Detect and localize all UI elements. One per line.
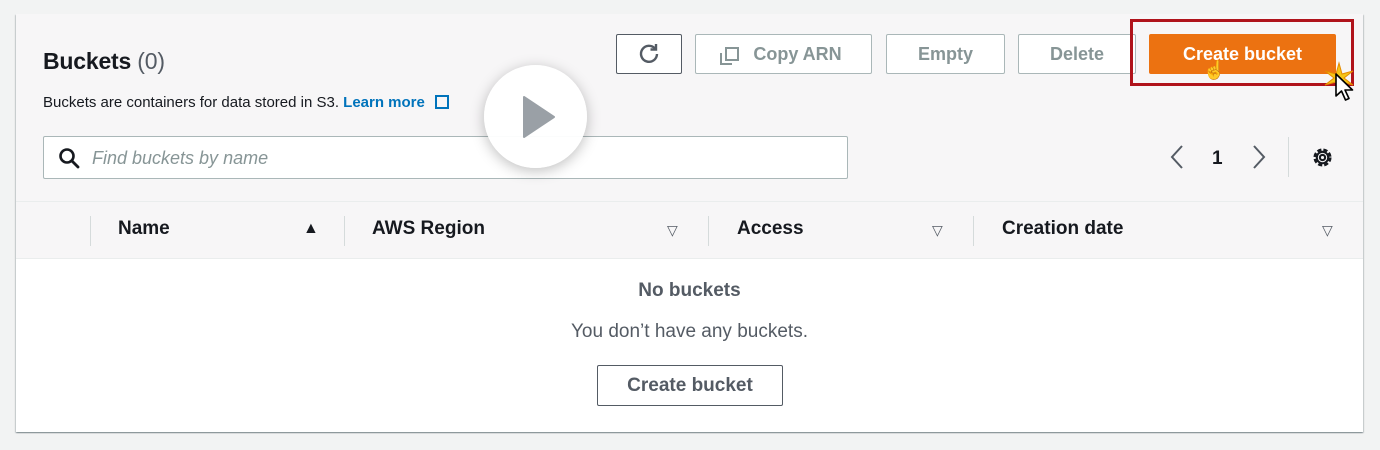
buckets-panel: Buckets (0) Buckets are containers for d… — [16, 14, 1363, 432]
hand-pointer-icon: ☝ — [1203, 60, 1226, 80]
empty-state-description: You don’t have any buckets. — [571, 321, 808, 342]
video-play-button[interactable] — [484, 65, 587, 168]
column-divider — [708, 216, 709, 246]
copy-arn-button[interactable]: Copy ARN — [695, 34, 872, 74]
previous-page-button[interactable] — [1170, 144, 1184, 176]
empty-button[interactable]: Empty — [886, 34, 1005, 74]
column-header-name[interactable]: Name — [118, 218, 170, 240]
divider — [1288, 137, 1289, 177]
column-header-creation-date[interactable]: Creation date — [1002, 218, 1123, 240]
sort-icon[interactable]: ▽ — [667, 222, 678, 239]
delete-button[interactable]: Delete — [1018, 34, 1136, 74]
table-header: Name ▲ AWS Region ▽ Access ▽ Creation da… — [16, 201, 1363, 259]
column-divider — [90, 216, 91, 246]
chevron-left-icon — [1170, 145, 1183, 169]
empty-state-title: No buckets — [638, 280, 741, 301]
cursor-arrow-icon — [1335, 73, 1354, 101]
learn-more-link[interactable]: Learn more — [343, 94, 425, 111]
sort-icon[interactable]: ▽ — [932, 222, 943, 239]
page-title: Buckets (0) — [43, 48, 165, 75]
column-header-access[interactable]: Access — [737, 218, 804, 240]
description-text: Buckets are containers for data stored i… — [43, 94, 339, 111]
sort-icon[interactable]: ▽ — [1322, 222, 1333, 239]
gear-icon[interactable] — [1310, 145, 1335, 170]
copy-arn-label: Copy ARN — [753, 43, 842, 64]
external-link-icon[interactable] — [435, 95, 450, 109]
copy-icon — [720, 47, 740, 65]
search-icon — [59, 148, 80, 169]
play-icon — [523, 96, 555, 138]
title-text: Buckets — [43, 48, 132, 74]
highlight-box — [1130, 19, 1354, 86]
refresh-icon — [639, 44, 659, 63]
search-field[interactable] — [43, 136, 848, 180]
refresh-button[interactable] — [616, 34, 682, 74]
column-divider — [344, 216, 345, 246]
column-divider — [973, 216, 974, 246]
bucket-count: (0) — [137, 48, 165, 74]
sort-ascending-icon[interactable]: ▲ — [303, 220, 319, 238]
next-page-button[interactable] — [1252, 144, 1266, 176]
empty-state-create-bucket-button[interactable]: Create bucket — [597, 365, 783, 406]
current-page-number[interactable]: 1 — [1212, 148, 1223, 170]
chevron-right-icon — [1253, 145, 1266, 169]
column-header-region[interactable]: AWS Region — [372, 218, 485, 240]
description: Buckets are containers for data stored i… — [43, 94, 450, 111]
search-input[interactable] — [90, 137, 834, 180]
